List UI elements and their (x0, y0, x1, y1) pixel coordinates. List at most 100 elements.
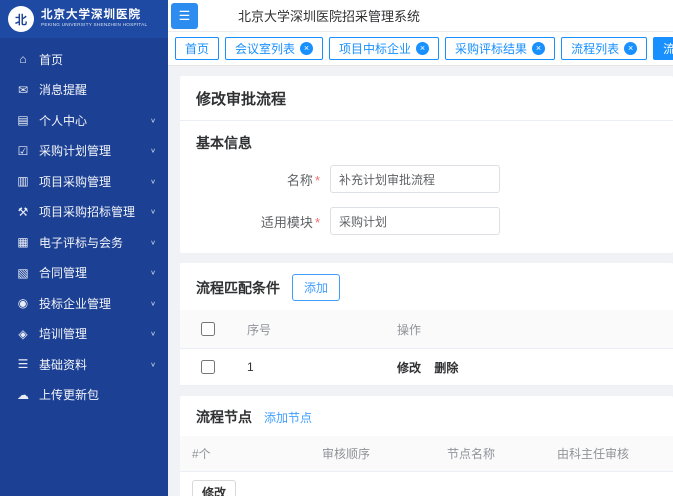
actions-cell: 修改 删除 (180, 472, 310, 496)
seq-column-header: 序号 (235, 310, 385, 349)
node-name-cell: 科主任意见 (435, 472, 545, 496)
sidebar-item-purchase-plan[interactable]: ☑ 采购计划管理 ∨ (0, 136, 168, 167)
head-review-cell: 是 (545, 472, 673, 496)
tab-close-icon[interactable]: × (532, 42, 545, 55)
chevron-down-icon: ∨ (150, 330, 156, 337)
match-conditions-title: 流程匹配条件 (196, 278, 280, 298)
sidebar-item-project-purchase[interactable]: ▥ 项目采购管理 ∨ (0, 166, 168, 197)
row-select-cell (180, 349, 235, 386)
tab-close-icon[interactable]: × (416, 42, 429, 55)
hospital-subtitle: PEKING UNIVERSITY SHENZHEN HOSPITAL (41, 23, 134, 29)
tab-process-list[interactable]: 流程列表 × (561, 37, 647, 60)
add-condition-button[interactable]: 添加 (292, 274, 340, 301)
form-row-module: 适用模块* (180, 207, 673, 235)
tab-close-icon[interactable]: × (624, 42, 637, 55)
tab-label: 项目中标企业 (339, 40, 411, 57)
chevron-down-icon: ∨ (150, 361, 156, 368)
tab-label: 首页 (185, 40, 209, 57)
plan-icon: ☑ (15, 144, 31, 158)
tab-home[interactable]: 首页 (175, 37, 219, 60)
process-nodes-table: #个 审核顺序 节点名称 由科主任审核 修改 删除 1 (180, 436, 673, 496)
order-cell: 1 (310, 472, 435, 496)
content-area: 修改审批流程 基本信息 名称* 适用模块* 流程匹配条件 添加 (168, 66, 673, 496)
message-icon: ✉ (15, 83, 31, 97)
select-all-cell (180, 310, 235, 349)
tab-close-icon[interactable]: × (300, 42, 313, 55)
chevron-down-icon: ∨ (150, 300, 156, 307)
sidebar-item-home[interactable]: ⌂ 首页 (0, 44, 168, 75)
main-area: ☰ 北京大学深圳医院招采管理系统 首页 会议室列表 × 项目中标企业 × 采购评… (168, 0, 673, 496)
process-nodes-title: 流程节点 (196, 407, 252, 427)
user-icon: ▤ (15, 113, 31, 127)
sidebar-item-base-data[interactable]: ☰ 基础资料 ∨ (0, 349, 168, 380)
sidebar-item-messages[interactable]: ✉ 消息提醒 (0, 75, 168, 106)
app-title: 北京大学深圳医院招采管理系统 (238, 6, 420, 25)
table-header-row: 序号 操作 (180, 310, 673, 349)
select-all-checkbox[interactable] (201, 322, 215, 336)
clipped-column-header (640, 310, 673, 349)
training-icon: ◈ (15, 327, 31, 341)
process-nodes-card: 流程节点 添加节点 #个 审核顺序 节点名称 由科主任审核 (180, 396, 673, 496)
basic-info-card: 修改审批流程 基本信息 名称* 适用模块* (180, 76, 673, 253)
chevron-down-icon: ∨ (150, 239, 156, 246)
name-field-label: 名称* (180, 170, 330, 189)
chevron-down-icon: ∨ (150, 269, 156, 276)
home-icon: ⌂ (15, 52, 31, 66)
tabs-bar: 首页 会议室列表 × 项目中标企业 × 采购评标结果 × 流程列表 × 流程 × (168, 32, 673, 66)
add-node-link[interactable]: 添加节点 (264, 409, 312, 426)
bid-icon: ⚒ (15, 205, 31, 219)
table-header-row: #个 审核顺序 节点名称 由科主任审核 (180, 436, 673, 472)
app-window: 北 北京大学深圳医院 PEKING UNIVERSITY SHENZHEN HO… (0, 0, 673, 496)
sidebar-item-bidder-enterprise[interactable]: ◉ 投标企业管理 ∨ (0, 288, 168, 319)
enterprise-icon: ◉ (15, 296, 31, 310)
tab-evaluation-results[interactable]: 采购评标结果 × (445, 37, 555, 60)
label-text: 名称 (287, 173, 313, 188)
sidebar-item-upload-package[interactable]: ☁ 上传更新包 (0, 380, 168, 411)
tab-process[interactable]: 流程 × (653, 37, 673, 60)
row-checkbox[interactable] (201, 360, 215, 374)
edit-button[interactable]: 修改 (192, 480, 236, 496)
base-data-icon: ☰ (15, 357, 31, 371)
chevron-down-icon: ∨ (150, 208, 156, 215)
module-input[interactable] (330, 207, 500, 235)
clipped-cell (640, 349, 673, 386)
chevron-down-icon: ∨ (150, 117, 156, 124)
sidebar-item-bidding-management[interactable]: ⚒ 项目采购招标管理 ∨ (0, 197, 168, 228)
upload-icon: ☁ (15, 388, 31, 402)
sidebar-item-contract[interactable]: ▧ 合同管理 ∨ (0, 258, 168, 289)
edit-link[interactable]: 修改 (397, 361, 421, 375)
table-row: 修改 删除 1 科主任意见 是 (180, 472, 673, 496)
sidebar-item-evaluation-meeting[interactable]: ▦ 电子评标与会务 ∨ (0, 227, 168, 258)
chevron-down-icon: ∨ (150, 147, 156, 154)
required-star: * (315, 173, 320, 188)
table-row: 1 修改 删除 (180, 349, 673, 386)
evaluation-icon: ▦ (15, 235, 31, 249)
hospital-logo-text: 北京大学深圳医院 PEKING UNIVERSITY SHENZHEN HOSP… (41, 8, 160, 30)
required-star: * (315, 215, 320, 230)
actions-column-header: #个 (180, 436, 310, 472)
tab-winning-enterprises[interactable]: 项目中标企业 × (329, 37, 439, 60)
match-conditions-table: 序号 操作 1 修改 删除 (180, 310, 673, 386)
sidebar: 北 北京大学深圳医院 PEKING UNIVERSITY SHENZHEN HO… (0, 0, 168, 496)
delete-link[interactable]: 删除 (434, 361, 458, 375)
sidebar-item-training[interactable]: ◈ 培训管理 ∨ (0, 319, 168, 350)
page-title: 修改审批流程 (180, 76, 673, 121)
name-input[interactable] (330, 165, 500, 193)
label-text: 适用模块 (261, 215, 313, 230)
tab-label: 会议室列表 (235, 40, 295, 57)
match-conditions-header: 流程匹配条件 添加 (180, 263, 673, 310)
sidebar-item-personal-center[interactable]: ▤ 个人中心 ∨ (0, 105, 168, 136)
tab-label: 流程列表 (571, 40, 619, 57)
sidebar-menu: ⌂ 首页 ✉ 消息提醒 ▤ 个人中心 ∨ ☑ 采购计划管理 ∨ ▥ 项目采购管理… (0, 38, 168, 410)
tab-label: 采购评标结果 (455, 40, 527, 57)
tab-meeting-room-list[interactable]: 会议室列表 × (225, 37, 323, 60)
chevron-down-icon: ∨ (150, 178, 156, 185)
hamburger-button[interactable]: ☰ (171, 3, 198, 29)
hospital-logo: 北 北京大学深圳医院 PEKING UNIVERSITY SHENZHEN HO… (0, 0, 168, 38)
tab-label: 流程 (663, 40, 673, 57)
seq-cell: 1 (235, 349, 385, 386)
hospital-logo-icon: 北 (8, 6, 34, 32)
head-review-column-header: 由科主任审核 (545, 436, 673, 472)
basic-info-section-title: 基本信息 (180, 121, 673, 165)
match-conditions-card: 流程匹配条件 添加 序号 操作 (180, 263, 673, 386)
